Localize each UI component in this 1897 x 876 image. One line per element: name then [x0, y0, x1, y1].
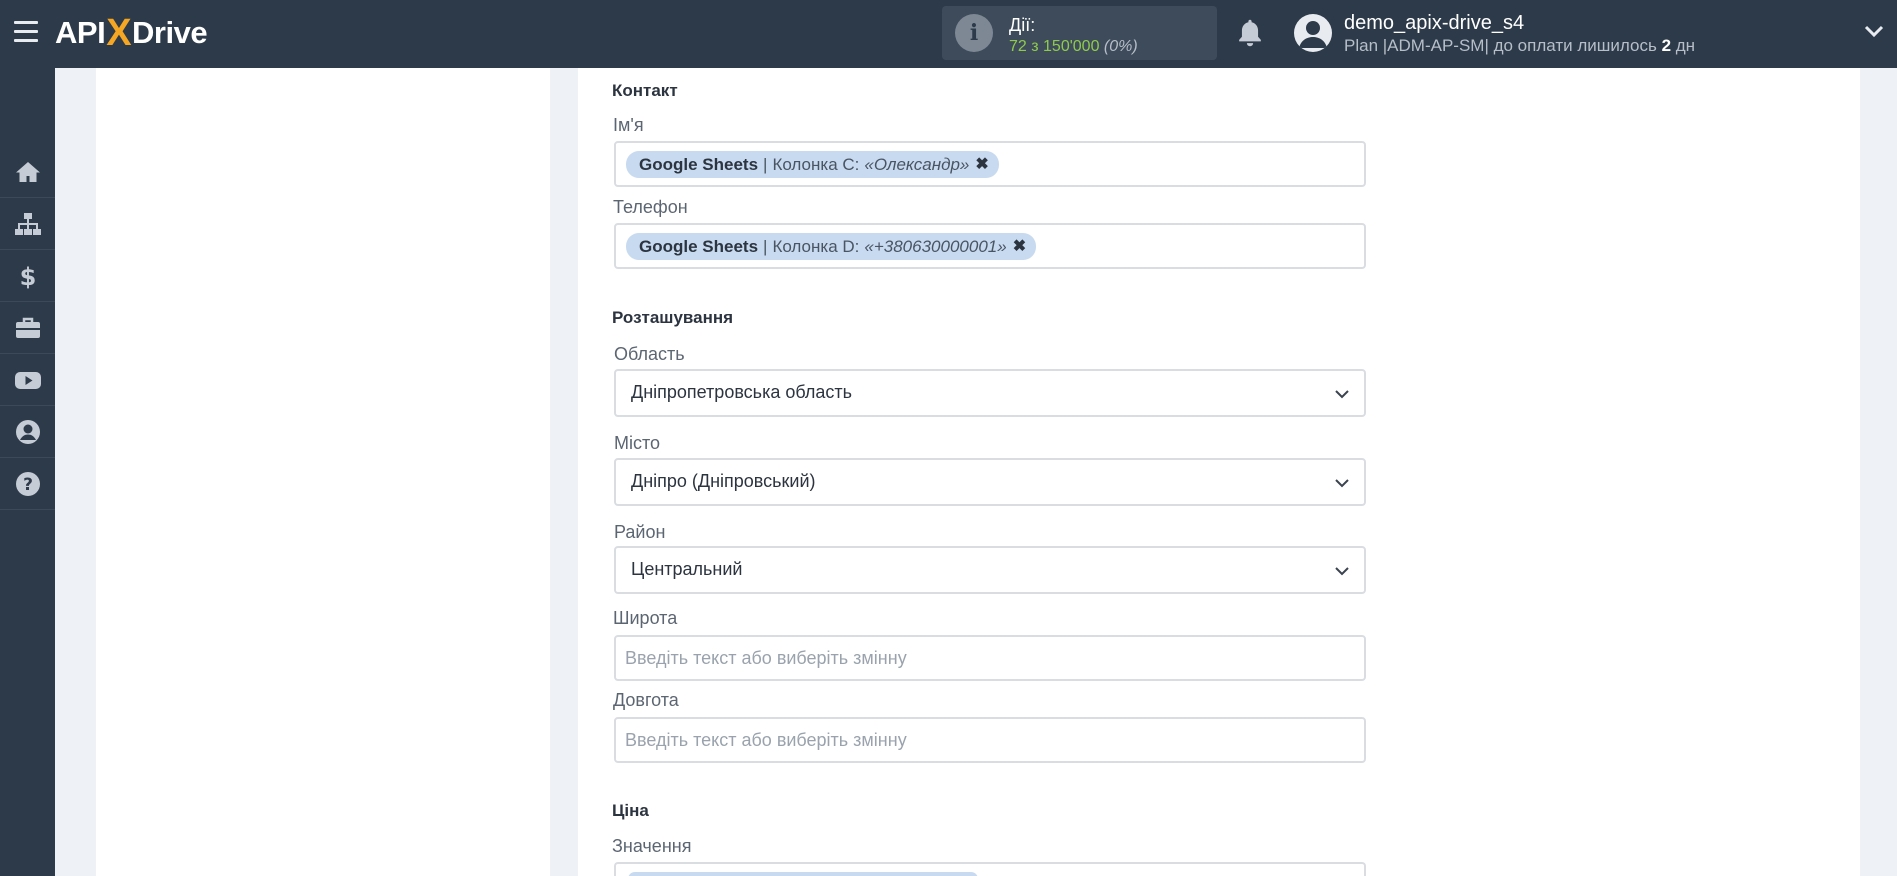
- district-select[interactable]: Центральний: [614, 546, 1366, 594]
- dollar-icon: $: [19, 263, 36, 290]
- name-label: Ім'я: [613, 115, 644, 135]
- remove-tag-icon[interactable]: ✖: [975, 151, 988, 178]
- chevron-down-icon: [1335, 567, 1349, 576]
- district-value: Центральний: [631, 559, 743, 579]
- user-circle-icon: [15, 419, 40, 444]
- briefcase-icon: [15, 317, 40, 338]
- city-select[interactable]: Дніпро (Дніпровський): [614, 458, 1366, 506]
- tag-source: Google Sheets: [639, 237, 759, 256]
- sidebar-item-help[interactable]: ?: [0, 458, 55, 510]
- sidebar-item-services[interactable]: [0, 302, 55, 354]
- actions-usage: 72 з 150'000 (0%): [1009, 38, 1138, 56]
- sidebar: $ ?: [0, 68, 55, 876]
- question-icon: ?: [15, 471, 40, 496]
- longitude-input[interactable]: [616, 719, 1364, 761]
- avatar[interactable]: [1294, 14, 1332, 52]
- apixdrive-logo[interactable]: API X Drive: [55, 11, 208, 54]
- plan-days: 2: [1661, 36, 1672, 55]
- logo-api-text: API: [55, 15, 106, 50]
- name-variable-tag[interactable]: Google Sheets | Колонка C: «Олександр» ✖: [626, 151, 999, 178]
- tag-column: Колонка D:: [772, 237, 860, 256]
- sidebar-item-billing[interactable]: $: [0, 250, 55, 302]
- actions-label: Дії:: [1009, 15, 1036, 35]
- longitude-field[interactable]: [614, 717, 1366, 763]
- tag-column: Колонка C:: [772, 155, 860, 174]
- svg-text:?: ?: [23, 475, 33, 495]
- region-select[interactable]: Дніпропетровська область: [614, 369, 1366, 417]
- price-value-field[interactable]: [614, 862, 1366, 876]
- phone-label: Телефон: [613, 197, 688, 217]
- sidebar-item-connections[interactable]: [0, 198, 55, 250]
- phone-variable-tag[interactable]: Google Sheets | Колонка D: «+38063000000…: [626, 233, 1037, 260]
- menu-icon[interactable]: [14, 21, 38, 43]
- section-contact-title: Контакт: [612, 81, 678, 100]
- price-variable-tag[interactable]: [628, 872, 978, 876]
- sidebar-item-video[interactable]: [0, 354, 55, 406]
- chevron-down-icon: [1335, 479, 1349, 488]
- actions-counter[interactable]: i Дії: 72 з 150'000 (0%): [942, 6, 1217, 60]
- user-plan: Plan |ADM-AP-SM| до оплати лишилось 2 дн: [1344, 36, 1695, 56]
- logo-x-text: X: [106, 11, 132, 54]
- sidebar-item-home[interactable]: [0, 146, 55, 198]
- chevron-down-icon[interactable]: [1864, 24, 1884, 38]
- tag-separator: |: [763, 155, 768, 174]
- latitude-label: Широта: [613, 608, 678, 628]
- district-label: Район: [614, 522, 666, 542]
- plan-prefix: Plan |ADM-AP-SM| до оплати лишилось: [1344, 36, 1657, 55]
- plan-suffix: дн: [1675, 36, 1696, 55]
- tag-value: «Олександр»: [864, 155, 970, 174]
- sidebar-item-profile[interactable]: [0, 406, 55, 458]
- tag-source: Google Sheets: [639, 155, 759, 174]
- region-label: Область: [614, 344, 685, 364]
- svg-text:$: $: [19, 263, 36, 290]
- city-value: Дніпро (Дніпровський): [631, 471, 816, 491]
- city-label: Місто: [614, 433, 661, 453]
- section-location-title: Розташування: [612, 308, 734, 327]
- actions-percent: (0%): [1103, 38, 1138, 55]
- price-value-label: Значення: [612, 836, 692, 856]
- bell-icon[interactable]: [1236, 18, 1264, 48]
- section-price-title: Ціна: [612, 801, 649, 820]
- phone-field[interactable]: Google Sheets | Колонка D: «+38063000000…: [614, 223, 1366, 269]
- latitude-input[interactable]: [616, 637, 1364, 679]
- region-value: Дніпропетровська область: [631, 382, 852, 402]
- latitude-field[interactable]: [614, 635, 1366, 681]
- chevron-down-icon: [1335, 390, 1349, 399]
- longitude-label: Довгота: [613, 690, 679, 710]
- left-panel: [96, 68, 550, 876]
- sitemap-icon: [14, 212, 41, 235]
- top-bar: API X Drive i Дії: 72 з 150'000 (0%) demo_…: [0, 0, 1897, 68]
- logo-drive-text: Drive: [132, 15, 208, 50]
- actions-used: 72 з 150'000: [1009, 38, 1100, 55]
- tag-separator: |: [763, 237, 768, 256]
- home-icon: [15, 161, 40, 182]
- tag-value: «+380630000001»: [864, 237, 1007, 256]
- user-name[interactable]: demo_apix-drive_s4: [1344, 12, 1524, 35]
- remove-tag-icon[interactable]: ✖: [1013, 233, 1026, 260]
- youtube-icon: [14, 371, 41, 389]
- info-icon: i: [955, 14, 993, 52]
- name-field[interactable]: Google Sheets | Колонка C: «Олександр» ✖: [614, 141, 1366, 187]
